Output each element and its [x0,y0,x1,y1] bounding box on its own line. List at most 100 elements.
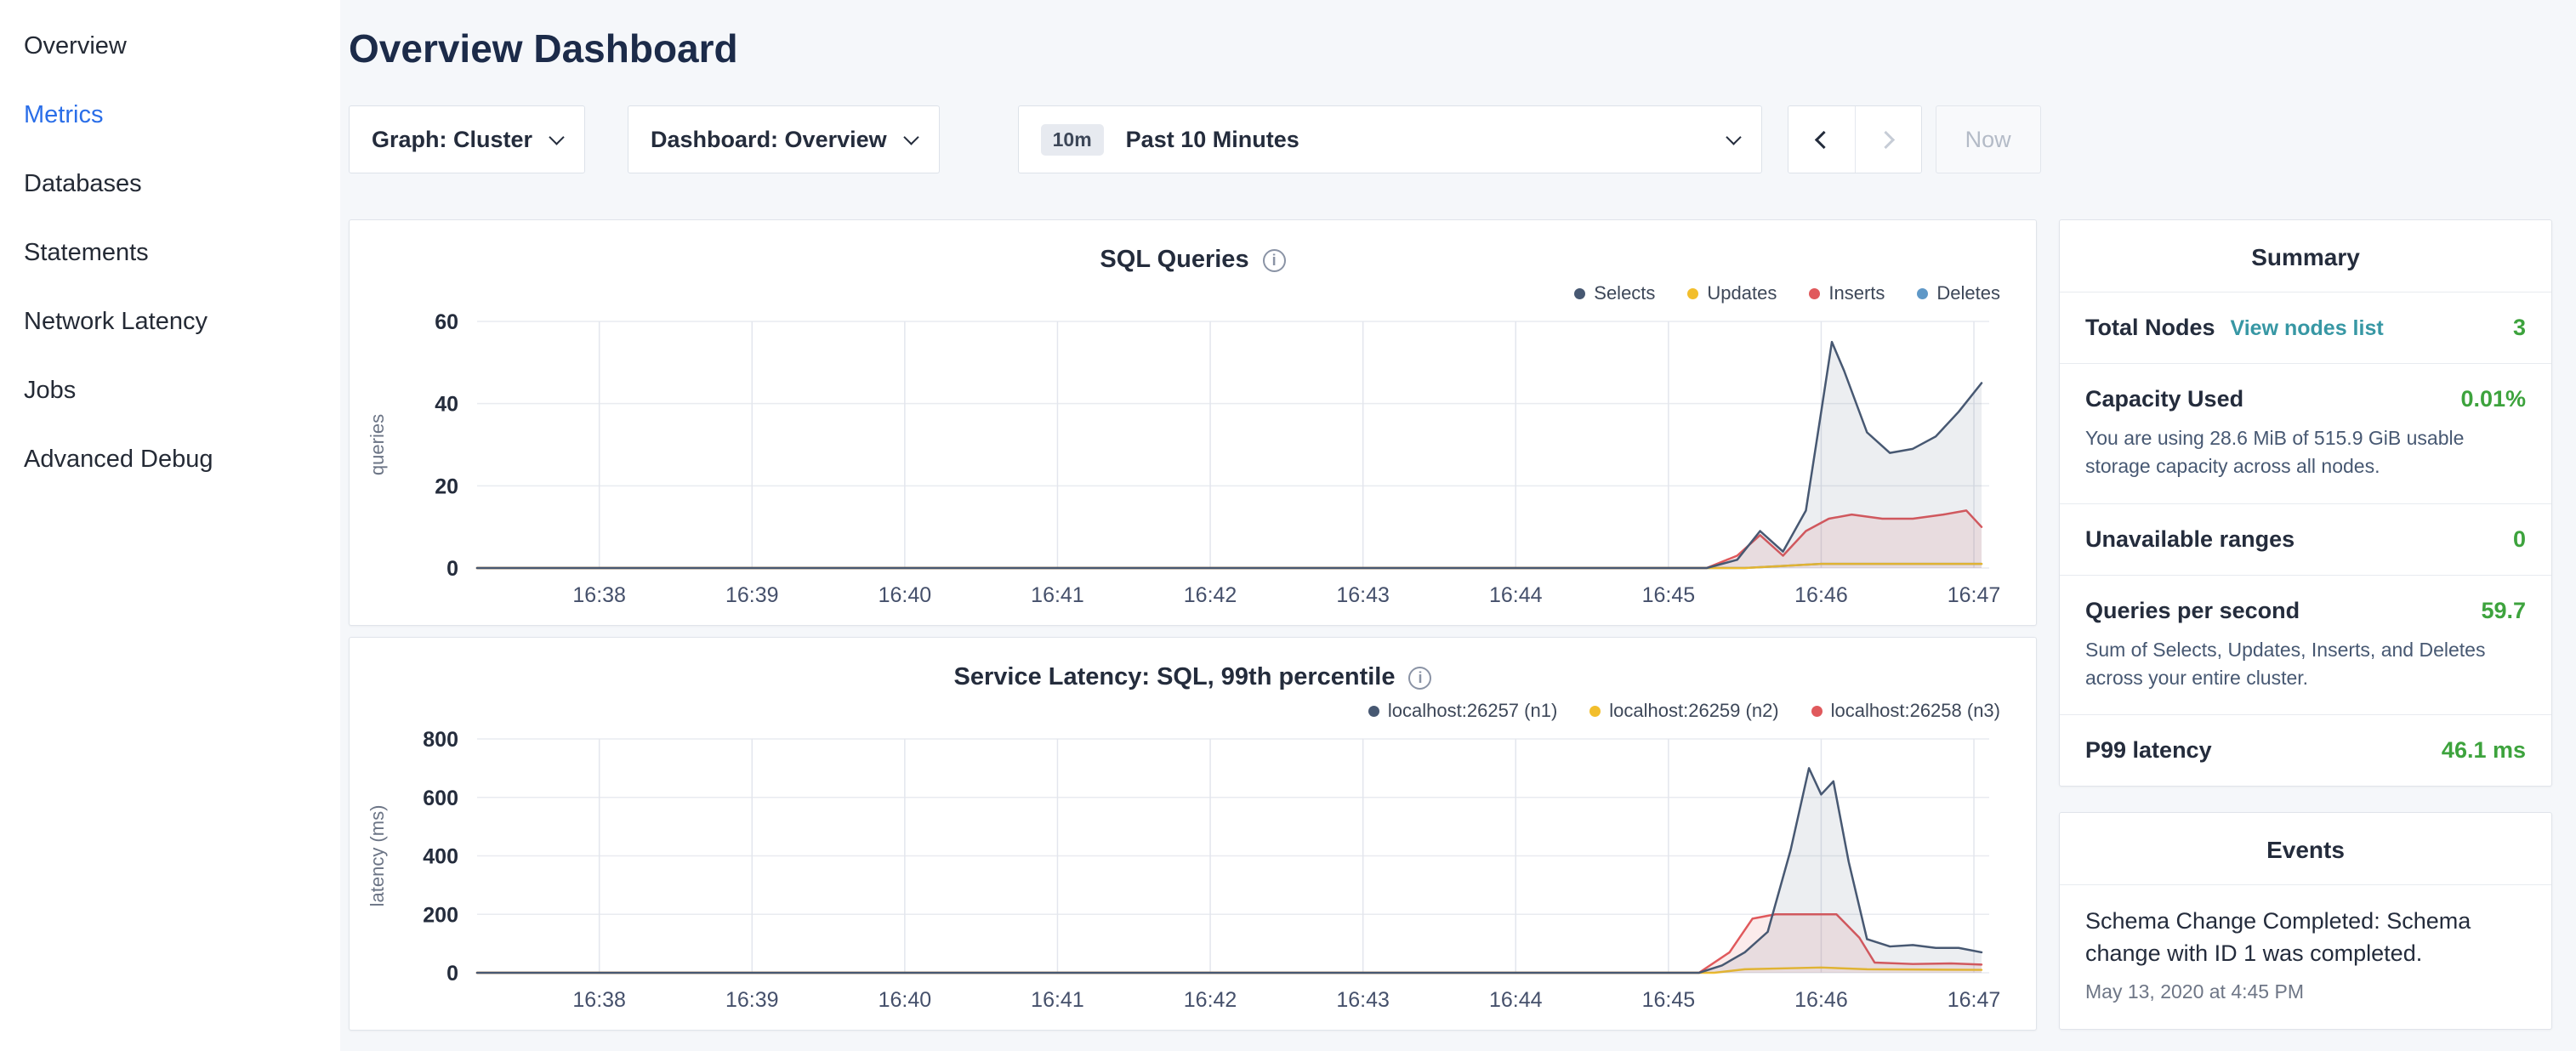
legend-dot-icon [1811,706,1823,717]
chart-title: Service Latency: SQL, 99th percentile [954,663,1396,690]
summary-value: 0.01% [2460,386,2526,412]
legend-item[interactable]: Selects [1574,282,1655,304]
sidebar-item-overview[interactable]: Overview [24,12,340,81]
chevron-down-icon [549,129,564,145]
summary-row-total-nodes: Total Nodes View nodes list 3 [2060,293,2551,364]
service-latency-chart-card: Service Latency: SQL, 99th percentile i l… [349,637,2037,1031]
sidebar-item-jobs[interactable]: Jobs [24,356,340,425]
charts-column: SQL Queries i Selects Updates Inserts Delete… [349,219,2037,1042]
summary-row-p99-latency: P99 latency 46.1 ms [2060,715,2551,786]
legend-item[interactable]: localhost:26258 (n3) [1811,700,2000,722]
svg-text:16:46: 16:46 [1794,583,1848,607]
sidebar-item-network-latency[interactable]: Network Latency [24,287,340,356]
svg-text:16:47: 16:47 [1948,583,2001,607]
sidebar-item-metrics[interactable]: Metrics [24,81,340,150]
sidebar-item-databases[interactable]: Databases [24,150,340,219]
time-step-buttons [1788,105,1922,173]
svg-text:latency (ms): latency (ms) [367,805,388,907]
dashboard-content: SQL Queries i Selects Updates Inserts Delete… [349,219,2551,1042]
svg-text:20: 20 [435,474,458,498]
svg-text:0: 0 [446,557,458,581]
svg-text:16:45: 16:45 [1642,583,1696,607]
graph-dropdown-label: Graph: Cluster [372,127,532,153]
summary-row-queries-per-second: Queries per second 59.7 Sum of Selects, … [2060,576,2551,716]
svg-text:600: 600 [423,787,458,810]
main-content: Overview Dashboard Graph: Cluster Dashbo… [340,0,2576,1051]
svg-text:16:46: 16:46 [1794,988,1848,1012]
graph-dropdown[interactable]: Graph: Cluster [349,105,585,173]
chart-legend: localhost:26257 (n1) localhost:26259 (n2)… [350,691,2036,722]
sidebar-item-advanced-debug[interactable]: Advanced Debug [24,425,340,494]
svg-text:16:38: 16:38 [572,583,626,607]
summary-value: 59.7 [2481,598,2526,624]
app-root: Overview Metrics Databases Statements Ne… [0,0,2576,1051]
svg-text:16:43: 16:43 [1336,988,1390,1012]
summary-row-capacity-used: Capacity Used 0.01% You are using 28.6 M… [2060,364,2551,504]
view-nodes-list-link[interactable]: View nodes list [2231,316,2384,341]
legend-item[interactable]: localhost:26259 (n2) [1589,700,1778,722]
side-column: Summary Total Nodes View nodes list 3 Ca… [2059,219,2552,1042]
event-list-item[interactable]: Schema Change Completed: Schema change w… [2060,885,2551,1029]
chart-legend: Selects Updates Inserts Deletes [350,274,2036,304]
chart-title: SQL Queries [1100,246,1248,273]
time-range-dropdown[interactable]: 10m Past 10 Minutes [1018,105,1762,173]
info-icon[interactable]: i [1263,249,1286,272]
summary-description: Sum of Selects, Updates, Inserts, and De… [2085,636,2526,693]
chart-header: SQL Queries i [350,220,2036,274]
sidebar-item-statements[interactable]: Statements [24,219,340,287]
time-range-label: Past 10 Minutes [1126,127,1299,153]
svg-text:16:42: 16:42 [1184,988,1237,1012]
summary-label: Capacity Used [2085,386,2243,412]
svg-text:400: 400 [423,845,458,869]
svg-text:16:47: 16:47 [1948,988,2001,1012]
dashboard-dropdown-label: Dashboard: Overview [651,127,887,153]
events-panel: Events Schema Change Completed: Schema c… [2059,812,2552,1030]
legend-item[interactable]: Inserts [1809,282,1885,304]
info-icon[interactable]: i [1408,667,1431,690]
legend-dot-icon [1687,288,1698,299]
summary-value: 0 [2513,526,2526,553]
svg-text:200: 200 [423,903,458,927]
time-forward-button[interactable] [1855,106,1921,173]
svg-text:queries: queries [367,414,388,475]
chevron-down-icon [1726,129,1741,145]
svg-text:16:45: 16:45 [1642,988,1696,1012]
svg-text:16:38: 16:38 [572,988,626,1012]
chevron-left-icon [1815,130,1833,148]
svg-text:16:40: 16:40 [879,583,932,607]
time-back-button[interactable] [1788,106,1855,173]
summary-panel: Summary Total Nodes View nodes list 3 Ca… [2059,219,2552,787]
summary-value: 3 [2513,315,2526,341]
svg-text:16:39: 16:39 [725,988,779,1012]
svg-text:16:42: 16:42 [1184,583,1237,607]
svg-text:60: 60 [435,310,458,334]
chevron-right-icon [1877,130,1895,148]
summary-description: You are using 28.6 MiB of 515.9 GiB usab… [2085,424,2526,481]
event-timestamp: May 13, 2020 at 4:45 PM [2085,980,2526,1003]
legend-dot-icon [1368,706,1379,717]
summary-label: Total Nodes [2085,315,2215,341]
sql-queries-chart[interactable]: 0 20 40 60 16:38 16:39 16:40 16:41 16:42 16:43 16:… [350,304,2036,615]
event-text: Schema Change Completed: Schema change w… [2085,906,2526,970]
legend-item[interactable]: Updates [1687,282,1777,304]
svg-text:16:44: 16:44 [1489,583,1543,607]
dashboard-dropdown[interactable]: Dashboard: Overview [628,105,940,173]
legend-dot-icon [1917,288,1928,299]
svg-text:16:43: 16:43 [1336,583,1390,607]
svg-text:16:44: 16:44 [1489,988,1543,1012]
svg-text:16:39: 16:39 [725,583,779,607]
legend-item[interactable]: localhost:26257 (n1) [1368,700,1557,722]
summary-label: Unavailable ranges [2085,526,2295,553]
chart-header: Service Latency: SQL, 99th percentile i [350,638,2036,691]
legend-item[interactable]: Deletes [1917,282,2000,304]
service-latency-chart[interactable]: 020040060080016:3816:3916:4016:4116:4216… [350,722,2036,1020]
svg-text:16:41: 16:41 [1031,988,1084,1012]
svg-text:16:41: 16:41 [1031,583,1084,607]
time-range-badge: 10m [1041,124,1104,156]
summary-label: P99 latency [2085,737,2212,764]
summary-title: Summary [2060,220,2551,293]
now-button[interactable]: Now [1936,105,2041,173]
svg-text:800: 800 [423,728,458,752]
svg-text:40: 40 [435,393,458,417]
svg-text:0: 0 [446,962,458,986]
